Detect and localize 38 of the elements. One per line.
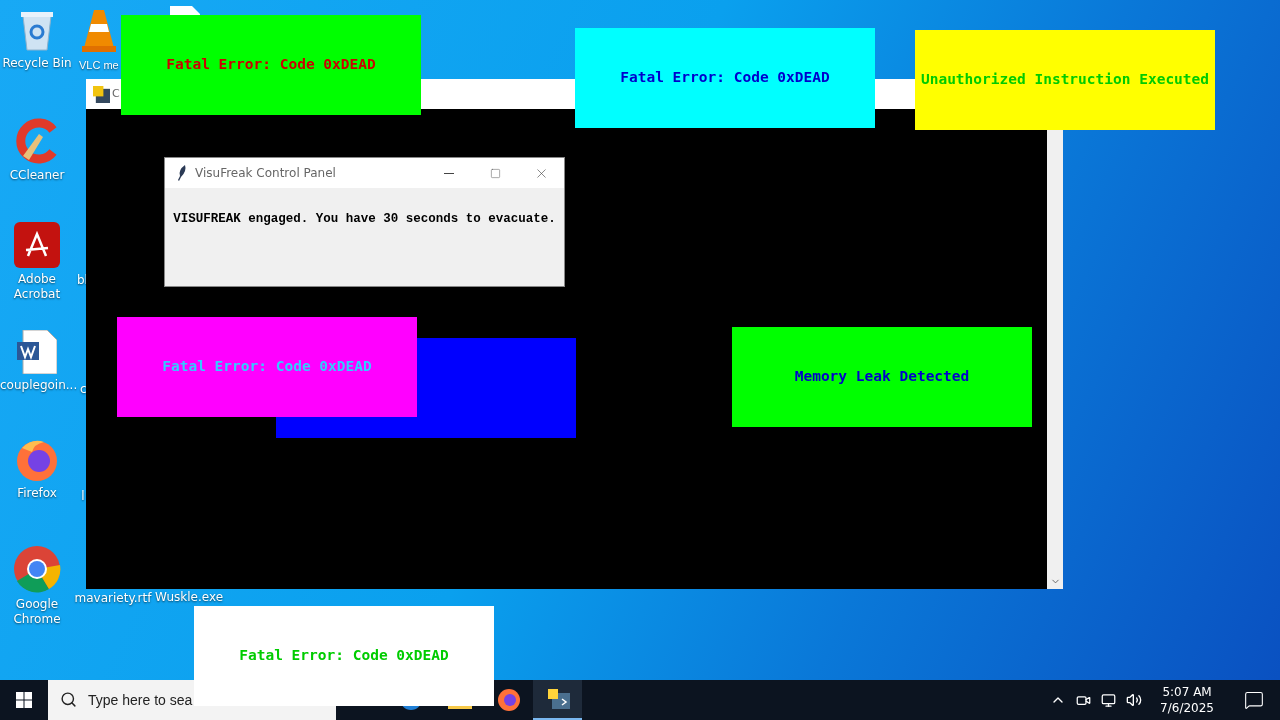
document-icon	[17, 330, 57, 374]
notification-icon[interactable]	[1244, 690, 1264, 710]
search-icon	[60, 691, 77, 708]
icon-label[interactable]: Recycle Bin	[0, 56, 74, 71]
icon-label[interactable]: Firefox	[0, 486, 74, 501]
icon-label[interactable]: couplegoin...	[0, 378, 74, 393]
error-text: Fatal Error: Code 0xDEAD	[166, 55, 376, 75]
clock-time: 5:07 AM	[1162, 684, 1212, 700]
icon-label[interactable]: c	[80, 382, 86, 396]
icon-label[interactable]: Google Chrome	[0, 597, 74, 627]
error-text: Fatal Error: Code 0xDEAD	[162, 357, 372, 377]
clock-date: 7/6/2025	[1160, 700, 1214, 716]
icon-label[interactable]: Wuskle.exe	[155, 590, 221, 604]
error-text: Fatal Error: Code 0xDEAD	[620, 68, 830, 88]
feather-icon	[177, 165, 187, 181]
icon-label[interactable]: CCleaner	[0, 168, 74, 183]
icon-label[interactable]: l	[80, 489, 86, 503]
windows-icon	[16, 692, 32, 708]
network-icon[interactable]	[1101, 692, 1117, 708]
chrome-icon	[13, 545, 61, 593]
icon-label[interactable]: VLC me	[79, 58, 119, 73]
traffic-cone-icon	[82, 8, 116, 54]
window-title: C	[112, 85, 120, 102]
app-icon	[93, 85, 110, 103]
error-text: Fatal Error: Code 0xDEAD	[239, 646, 449, 666]
error-text: Memory Leak Detected	[794, 367, 970, 387]
dialog-message: VISUFREAK engaged. You have 30 seconds to evacuate.	[173, 211, 556, 228]
icon-label[interactable]: Adobe Acrobat	[0, 272, 74, 302]
icon-label[interactable]: mavariety.rtf	[72, 591, 154, 605]
dialog-title: VisuFreak Control Panel	[195, 165, 337, 182]
clock[interactable]: 5:07 AM 7/6/2025	[1152, 684, 1222, 716]
minimize-icon	[444, 172, 454, 174]
taskbar-app[interactable]	[533, 680, 582, 720]
maximize-icon	[489, 167, 501, 179]
firefox-icon	[496, 687, 521, 711]
error-text: Unauthorized Instruction Executed	[920, 70, 1210, 90]
pdf-icon	[14, 222, 60, 268]
volume-icon[interactable]	[1126, 692, 1143, 708]
